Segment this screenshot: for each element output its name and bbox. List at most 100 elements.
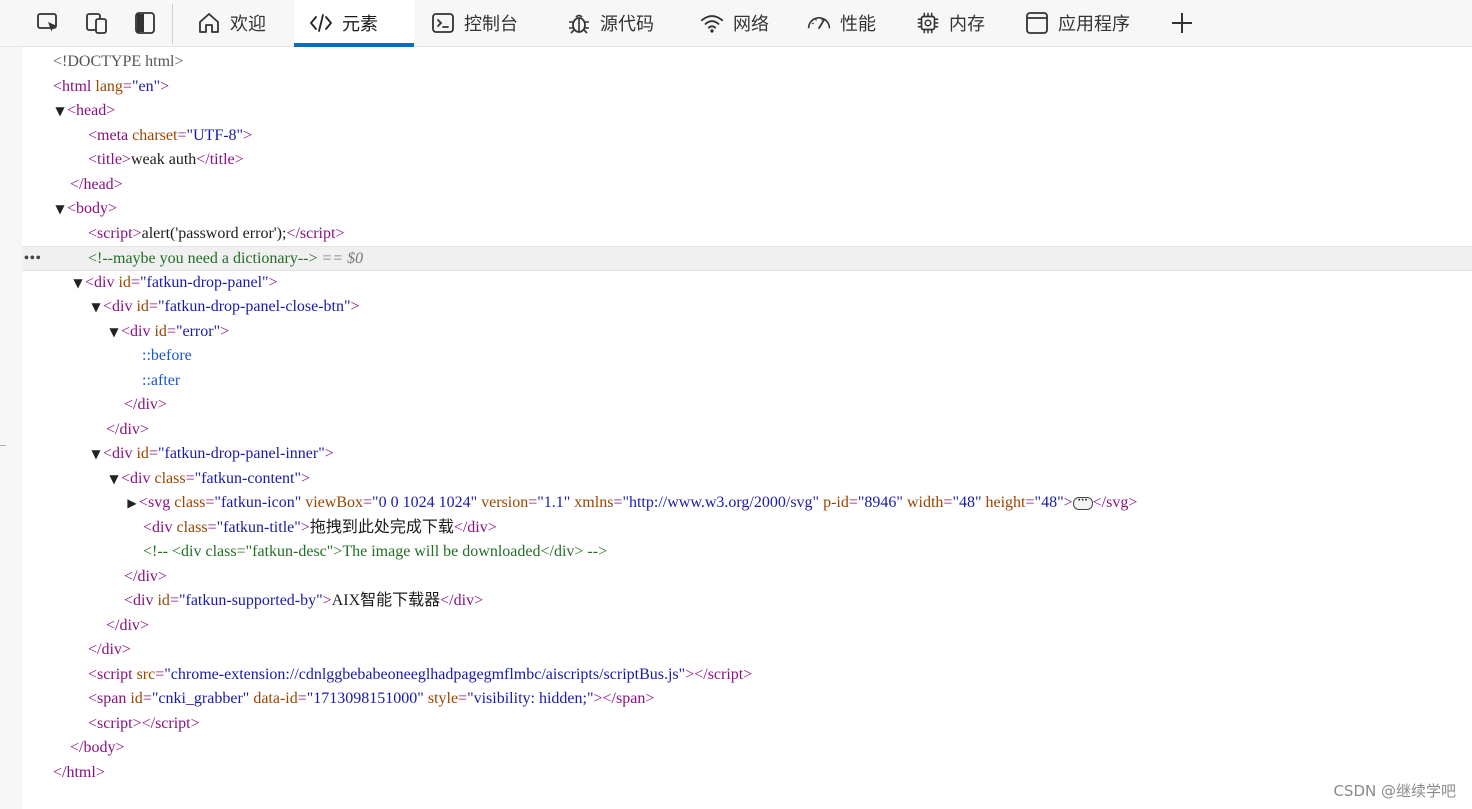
doctype-text: <!DOCTYPE html> [53, 53, 184, 70]
dom-line-content-open[interactable]: <div class="fatkun-content"> [22, 467, 1472, 492]
attr-name: id [157, 592, 170, 609]
selected-marker: == $0 [321, 250, 364, 267]
dom-line-script-src[interactable]: <script src="chrome-extension://cdnlggbe… [22, 663, 1472, 688]
expand-triangle-icon[interactable] [89, 442, 103, 467]
attr-name: src [136, 665, 156, 683]
attr-value: "1713098151000" [306, 690, 424, 707]
dom-line-doctype[interactable]: <!DOCTYPE html> [22, 50, 1472, 75]
dom-line-head-close[interactable]: </head> [22, 173, 1472, 198]
attr-name: data-id [253, 690, 298, 707]
dom-line-html[interactable]: <html lang="en"> [22, 75, 1472, 100]
dom-line-comment-selected[interactable]: ••• <!--maybe you need a dictionary--> =… [22, 246, 1472, 271]
expand-triangle-icon[interactable] [53, 197, 67, 222]
dom-line-after[interactable]: ::after [22, 369, 1472, 394]
tab-sources[interactable]: 源代码 [566, 0, 654, 46]
tab-application[interactable]: 应用程序 [1024, 0, 1130, 46]
dom-line-panel-close[interactable]: </div> [22, 638, 1472, 663]
tag-name: span [615, 690, 646, 707]
dom-line-before[interactable]: ::before [22, 344, 1472, 369]
tag-name: html [62, 77, 92, 95]
attr-value: "cnki_grabber" [151, 690, 250, 707]
toggle-sidebar-icon[interactable] [131, 9, 159, 37]
dom-line-panel-open[interactable]: <div id="fatkun-drop-panel"> [22, 271, 1472, 296]
expand-triangle-icon[interactable] [53, 99, 67, 124]
tab-memory[interactable]: 内存 [915, 0, 985, 46]
tab-performance[interactable]: 性能 [806, 0, 876, 46]
attr-value: "48" [1034, 494, 1064, 511]
dom-line-close-btn-close[interactable]: </div> [22, 418, 1472, 443]
dom-line-desc-comment[interactable]: <!-- <div class="fatkun-desc">The image … [22, 540, 1472, 565]
attr-value[interactable]: "chrome-extension://cdnlggbebabeoneeglha… [164, 666, 685, 683]
dom-line-body-open[interactable]: <body> [22, 197, 1472, 222]
wifi-icon [699, 10, 725, 36]
dom-line-svg[interactable]: <svg class="fatkun-icon" viewBox="0 0 10… [22, 491, 1472, 516]
expand-ellipsis-icon[interactable]: ··· [1072, 496, 1093, 510]
tab-network-label: 网络 [733, 14, 769, 35]
more-actions-icon[interactable]: ••• [24, 247, 42, 272]
expand-triangle-icon[interactable] [107, 320, 121, 345]
expand-triangle-icon[interactable] [71, 271, 85, 296]
dom-line-inner-open[interactable]: <div id="fatkun-drop-panel-inner"> [22, 442, 1472, 467]
dom-line-error-close[interactable]: </div> [22, 393, 1472, 418]
tag-name: title [209, 151, 235, 168]
dom-line-close-btn-open[interactable]: <div id="fatkun-drop-panel-close-btn"> [22, 295, 1472, 320]
tag-name: svg [1106, 494, 1129, 511]
tag-name: div [112, 445, 133, 462]
tag-name: div [467, 518, 488, 536]
device-emulation-icon[interactable] [83, 9, 111, 37]
dom-line-title-div[interactable]: <div class="fatkun-title">拖拽到此处完成下载</div… [22, 516, 1472, 541]
dom-line-inner-close[interactable]: </div> [22, 614, 1472, 639]
tag-name: svg [148, 494, 171, 511]
attr-value: "fatkun-drop-panel-inner" [157, 445, 325, 462]
tab-welcome-label: 欢迎 [230, 14, 266, 35]
attr-value: "8946" [857, 494, 903, 511]
dom-line-span[interactable]: <span id="cnki_grabber" data-id="1713098… [22, 687, 1472, 712]
attr-value: "fatkun-drop-panel-close-btn" [157, 298, 351, 315]
attr-name: id [118, 273, 131, 291]
toolbar-divider [172, 4, 173, 44]
tag-name: div [137, 396, 158, 413]
dom-line-error-open[interactable]: <div id="error"> [22, 320, 1472, 345]
dom-line-supported-by[interactable]: <div id="fatkun-supported-by">AIX智能下载器</… [22, 589, 1472, 614]
console-icon [430, 10, 456, 36]
attr-value: "0 0 1024 1024" [372, 494, 478, 511]
dom-line-body-close[interactable]: </body> [22, 736, 1472, 761]
attr-name: id [130, 690, 143, 707]
tab-welcome[interactable]: 欢迎 [196, 0, 272, 46]
expand-triangle-icon[interactable] [107, 467, 121, 492]
tag-name: div [101, 641, 122, 658]
dom-tree: <!DOCTYPE html> <html lang="en"> <head> … [22, 50, 1472, 785]
tag-name: title [97, 151, 122, 168]
dom-line-html-close[interactable]: </html> [22, 761, 1472, 786]
tag-name: div [130, 322, 151, 340]
attr-value: "error" [175, 322, 221, 340]
tab-network[interactable]: 网络 [699, 0, 769, 46]
attr-name: class [176, 518, 208, 536]
pseudo-element: ::before [142, 347, 192, 364]
comment-node: <!--maybe you need a dictionary--> [88, 250, 318, 267]
tab-console-label: 控制台 [464, 14, 518, 35]
tab-memory-label: 内存 [949, 14, 985, 35]
collapse-triangle-icon[interactable] [125, 491, 139, 516]
dom-line-head-open[interactable]: <head> [22, 99, 1472, 124]
inspect-element-icon[interactable] [34, 9, 62, 37]
dom-line-meta[interactable]: <meta charset="UTF-8"> [22, 124, 1472, 149]
bug-icon [566, 10, 592, 36]
expand-triangle-icon[interactable] [89, 295, 103, 320]
tab-console[interactable]: 控制台 [430, 0, 518, 46]
attr-name: p-id [823, 494, 849, 511]
text-node: alert('password error'); [141, 224, 287, 242]
plus-icon[interactable] [1168, 9, 1196, 37]
tab-elements[interactable]: 元素 [294, 0, 414, 47]
tab-sources-label: 源代码 [600, 14, 654, 35]
pseudo-element: ::after [142, 371, 181, 389]
chip-icon [915, 10, 941, 36]
attr-name: version [481, 494, 529, 511]
dom-line-title[interactable]: <title>weak auth</title> [22, 148, 1472, 173]
dom-line-script-alert[interactable]: <script>alert('password error');</script… [22, 222, 1472, 247]
attr-value: "1.1" [537, 494, 571, 511]
home-icon [196, 10, 222, 36]
tag-name: script [155, 714, 191, 732]
dom-line-script-empty[interactable]: <script></script> [22, 712, 1472, 737]
dom-line-content-close[interactable]: </div> [22, 565, 1472, 590]
